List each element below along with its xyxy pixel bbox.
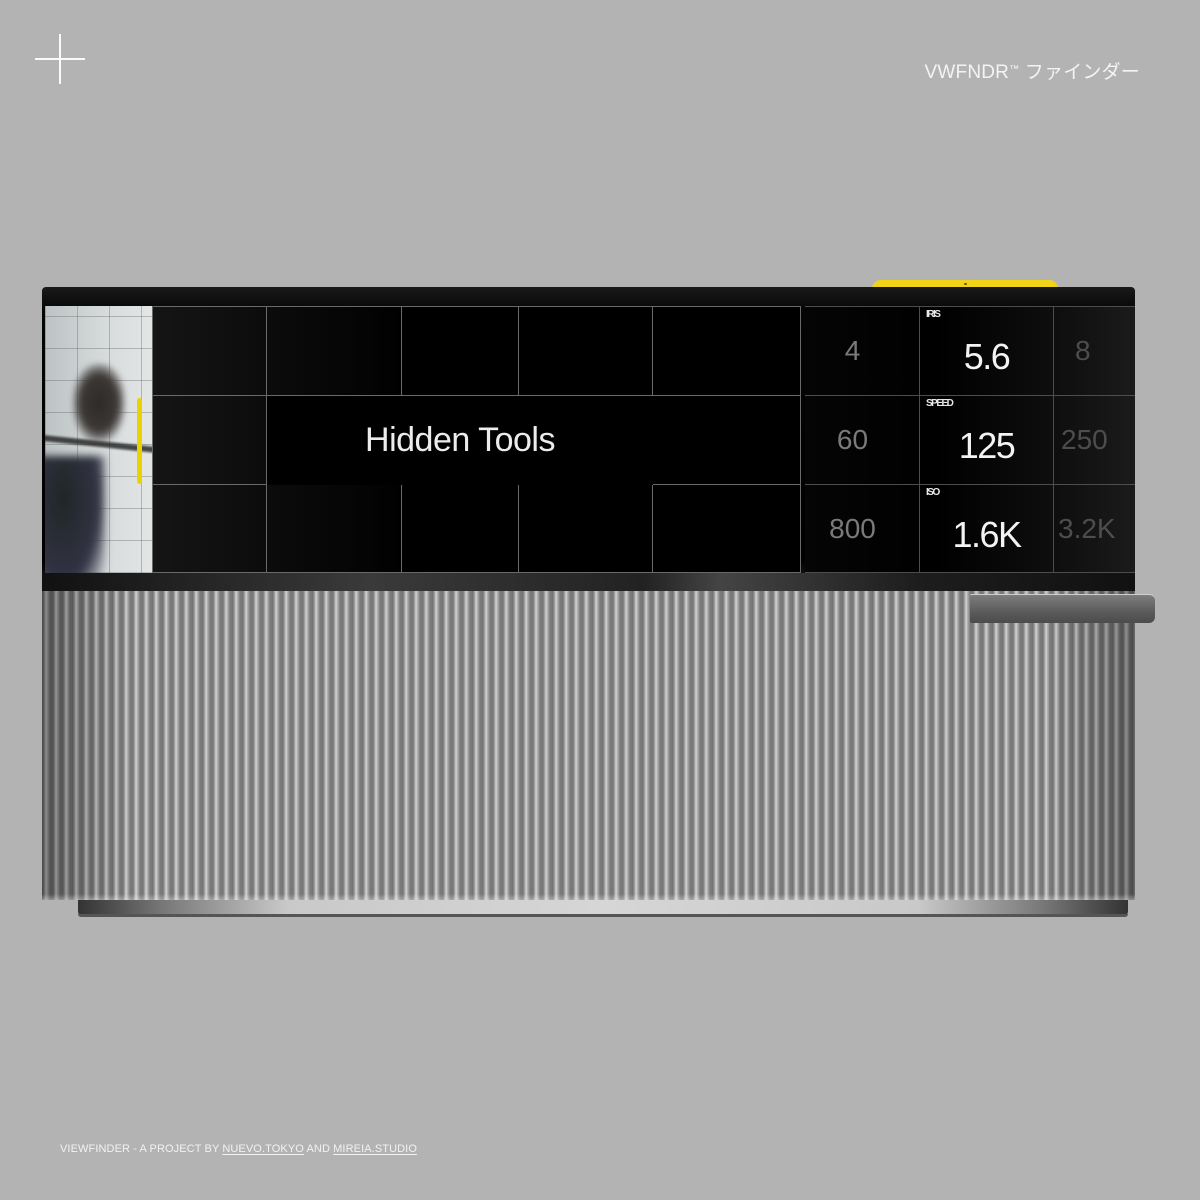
iris-label: IRIS	[926, 309, 941, 320]
speed-current: 125	[958, 424, 1016, 466]
screen-title: Hidden Tools	[267, 396, 653, 485]
iso-value[interactable]: ISO 1.6K	[920, 484, 1053, 573]
trademark-mark: ™	[1009, 64, 1020, 75]
shutter-dot	[964, 283, 967, 285]
photo-thumbnail[interactable]	[45, 306, 152, 573]
photo-subject-body	[45, 456, 105, 573]
side-slider-tab[interactable]	[970, 594, 1155, 623]
speed-next-value[interactable]: 250	[1061, 395, 1135, 484]
photo-subject-head	[73, 364, 125, 442]
iris-value[interactable]: IRIS 5.6	[920, 306, 1053, 401]
focus-indicator	[137, 398, 142, 484]
iris-current: 5.6	[963, 335, 1011, 377]
iso-next-value[interactable]: 3.2K	[1058, 484, 1135, 573]
plus-icon[interactable]	[35, 34, 85, 84]
footer-middle: AND	[303, 1143, 334, 1155]
exposure-dials: 4 IRIS 5.6 8 60 SPEED 125 250 800 ISO 1.6K …	[805, 306, 1135, 573]
knurled-grip[interactable]	[42, 591, 1135, 900]
iris-prev-value[interactable]: 4	[805, 306, 900, 395]
mireia-studio-link[interactable]: MIREIA.STUDIO	[333, 1143, 417, 1155]
device-base	[78, 900, 1128, 917]
brand-name: VWFNDR	[924, 62, 1010, 83]
footer-prefix: VIEWFINDER - A PROJECT BY	[60, 1143, 223, 1155]
brand-japanese: ファインダー	[1024, 62, 1140, 83]
brand-title: VWFNDR™ ファインダー	[925, 57, 1140, 84]
iso-prev-value[interactable]: 800	[805, 484, 900, 573]
nuevo-tokyo-link[interactable]: NUEVO.TOKYO	[222, 1143, 304, 1155]
grid-line	[1053, 306, 1054, 573]
speed-value[interactable]: SPEED 125	[920, 395, 1053, 490]
iris-next-value[interactable]: 8	[1075, 306, 1135, 395]
iso-label: ISO	[926, 487, 940, 498]
speed-label: SPEED	[926, 398, 954, 409]
footer-credits: VIEWFINDER - A PROJECT BY NUEVO.TOKYO AN…	[60, 1143, 417, 1155]
viewfinder-grid: Hidden Tools	[152, 306, 801, 573]
speed-prev-value[interactable]: 60	[805, 395, 900, 484]
iso-current: 1.6K	[952, 513, 1022, 555]
